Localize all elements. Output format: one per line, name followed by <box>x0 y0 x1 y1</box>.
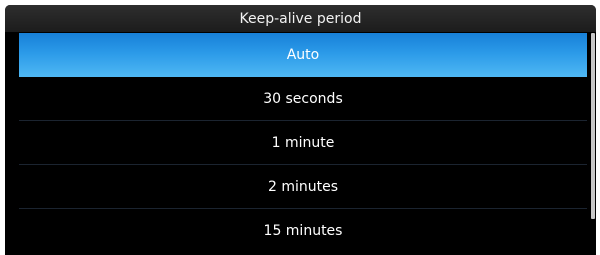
option-1-minute[interactable]: 1 minute <box>19 121 587 165</box>
option-label: 2 minutes <box>267 178 339 195</box>
option-15-minutes[interactable]: 15 minutes <box>19 209 587 253</box>
option-30-seconds[interactable]: 30 seconds <box>19 77 587 121</box>
option-label: 1 minute <box>271 134 335 151</box>
option-label: 15 minutes <box>263 223 343 239</box>
option-2-minutes[interactable]: 2 minutes <box>19 165 587 209</box>
option-list: Auto 30 seconds 1 minute 2 minutes 15 mi… <box>19 33 587 253</box>
keep-alive-dialog: Keep-alive period Auto 30 seconds 1 minu… <box>5 5 596 255</box>
dialog-title: Keep-alive period <box>5 5 596 32</box>
scrollbar[interactable] <box>591 33 595 219</box>
option-auto[interactable]: Auto <box>19 33 587 77</box>
option-label: Auto <box>286 47 320 63</box>
option-label: 30 seconds <box>263 90 343 107</box>
